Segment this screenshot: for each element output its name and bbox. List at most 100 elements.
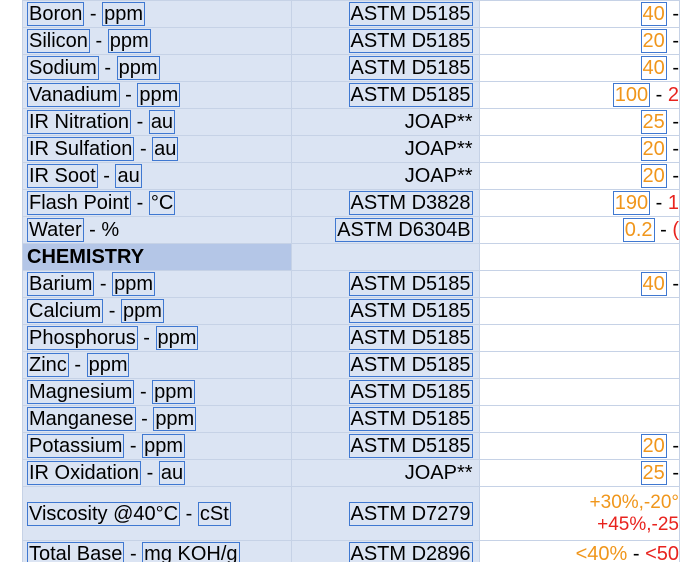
parameter-unit: ppm (155, 326, 199, 350)
caution-limit: 25 (640, 110, 667, 134)
limits-cell (478, 243, 680, 271)
limits-cell: 25 - (478, 108, 680, 136)
parameter-cell: Manganese - ppm (21, 405, 293, 433)
critical-limit: 2 (667, 84, 679, 106)
parameter-cell: IR Oxidation - au (21, 459, 293, 487)
section-heading: CHEMISTRY (21, 243, 293, 271)
parameter-name: Barium (27, 272, 95, 296)
test-method: ASTM D7279 (348, 501, 473, 526)
method-cell: ASTM D7279 (291, 486, 480, 541)
limits-cell: <40% - <50 (478, 540, 680, 562)
parameter-unit: ppm (137, 83, 181, 107)
parameter-name: IR Soot (27, 164, 98, 188)
table-row: Boron - ppm ASTM D5185 40 - (21, 0, 680, 28)
section-row: CHEMISTRY (21, 243, 680, 271)
parameter-cell: Magnesium - ppm (21, 378, 293, 406)
method-cell: ASTM D5185 (291, 324, 480, 352)
limits-cell: 20 - (478, 27, 680, 55)
parameter-unit: mg KOH/g (142, 542, 240, 562)
critical-limit: 1 (667, 192, 679, 214)
test-method: JOAP** (404, 138, 473, 160)
test-method: ASTM D5185 (348, 272, 473, 296)
parameter-unit: ppm (112, 272, 156, 296)
method-cell (291, 243, 480, 271)
method-cell: ASTM D3828 (291, 189, 480, 217)
table-row: IR Oxidation - au JOAP** 25 - (21, 459, 680, 487)
parameter-unit: au (152, 137, 179, 161)
parameter-name: Potassium (27, 434, 125, 458)
limits-cell (478, 378, 680, 406)
test-method: ASTM D5185 (348, 29, 473, 53)
test-method: ASTM D5185 (348, 380, 473, 404)
table-row: Silicon - ppm ASTM D5185 20 - (21, 27, 680, 55)
table-row: Sodium - ppm ASTM D5185 40 - (21, 54, 680, 82)
caution-limit: 20 (640, 137, 667, 161)
table-row: IR Soot - au JOAP** 20 - (21, 162, 680, 190)
oil-analysis-spec-table: Boron - ppm ASTM D5185 40 - Silicon - ppm A… (21, 0, 680, 562)
parameter-name: IR Sulfation (27, 137, 135, 161)
parameter-name: IR Oxidation (27, 461, 142, 485)
method-cell: JOAP** (291, 459, 480, 487)
parameter-cell: Total Base - mg KOH/g (21, 540, 293, 562)
caution-limit: +30%,-20° (589, 491, 679, 513)
parameter-name: Boron (27, 2, 85, 26)
test-method: JOAP** (404, 165, 473, 187)
parameter-cell: Barium - ppm (21, 270, 293, 298)
parameter-cell: Boron - ppm (21, 0, 293, 28)
limits-cell (478, 351, 680, 379)
parameter-unit: ppm (152, 380, 196, 404)
parameter-unit: ppm (153, 407, 197, 431)
parameter-name: Vanadium (27, 83, 120, 107)
parameter-cell: IR Nitration - au (21, 108, 293, 136)
spec-table-body: Boron - ppm ASTM D5185 40 - Silicon - ppm A… (21, 0, 680, 562)
parameter-cell: Silicon - ppm (21, 27, 293, 55)
parameter-cell: IR Sulfation - au (21, 135, 293, 163)
limits-cell: 40 - (478, 54, 680, 82)
parameter-name: Sodium (27, 56, 99, 80)
critical-limit: +45%,-25 (597, 513, 679, 535)
limits-cell (478, 297, 680, 325)
table-row: Manganese - ppm ASTM D5185 (21, 405, 680, 433)
parameter-cell: Calcium - ppm (21, 297, 293, 325)
method-cell: ASTM D2896 (291, 540, 480, 562)
parameter-cell: Viscosity @40°C - cSt (21, 486, 293, 541)
caution-limit: 25 (640, 461, 667, 485)
caution-limit: 20 (640, 434, 667, 458)
method-cell: ASTM D5185 (291, 432, 480, 460)
method-cell: JOAP** (291, 162, 480, 190)
test-method: ASTM D5185 (348, 407, 473, 431)
parameter-unit: ppm (107, 29, 151, 53)
test-method: ASTM D5185 (348, 434, 473, 458)
test-method: ASTM D5185 (348, 83, 473, 107)
test-method: ASTM D5185 (348, 299, 473, 323)
parameter-cell: Water - % (21, 216, 293, 244)
test-method: ASTM D2896 (348, 542, 473, 562)
caution-limit: 40 (640, 272, 667, 296)
parameter-unit: °C (148, 191, 176, 215)
method-cell: JOAP** (291, 108, 480, 136)
limits-cell (478, 324, 680, 352)
caution-limit: 20 (640, 164, 667, 188)
test-method: ASTM D5185 (348, 353, 473, 377)
limits-cell: 0.2 - ( (478, 216, 680, 244)
test-method: ASTM D6304B (335, 218, 473, 242)
table-row: Calcium - ppm ASTM D5185 (21, 297, 680, 325)
table-row: Total Base - mg KOH/g ASTM D2896 <40% - <5… (21, 540, 680, 562)
critical-limit: <50 (645, 543, 679, 562)
parameter-cell: Sodium - ppm (21, 54, 293, 82)
limits-cell (478, 405, 680, 433)
table-row: IR Sulfation - au JOAP** 20 - (21, 135, 680, 163)
parameter-name: Flash Point (27, 191, 132, 215)
caution-limit: 100 (612, 83, 651, 107)
parameter-name: Viscosity @40°C (27, 501, 181, 526)
method-cell: ASTM D5185 (291, 405, 480, 433)
spec-table-sheet: Boron - ppm ASTM D5185 40 - Silicon - ppm A… (0, 0, 680, 562)
table-row: Zinc - ppm ASTM D5185 (21, 351, 680, 379)
table-row: Potassium - ppm ASTM D5185 20 - (21, 432, 680, 460)
parameter-cell: Flash Point - °C (21, 189, 293, 217)
caution-limit: 40 (640, 2, 667, 26)
parameter-name: Manganese (27, 407, 136, 431)
parameter-unit: au (158, 461, 186, 485)
caution-limit: 40 (640, 56, 667, 80)
table-row: Vanadium - ppm ASTM D5185 100 - 2 (21, 81, 680, 109)
